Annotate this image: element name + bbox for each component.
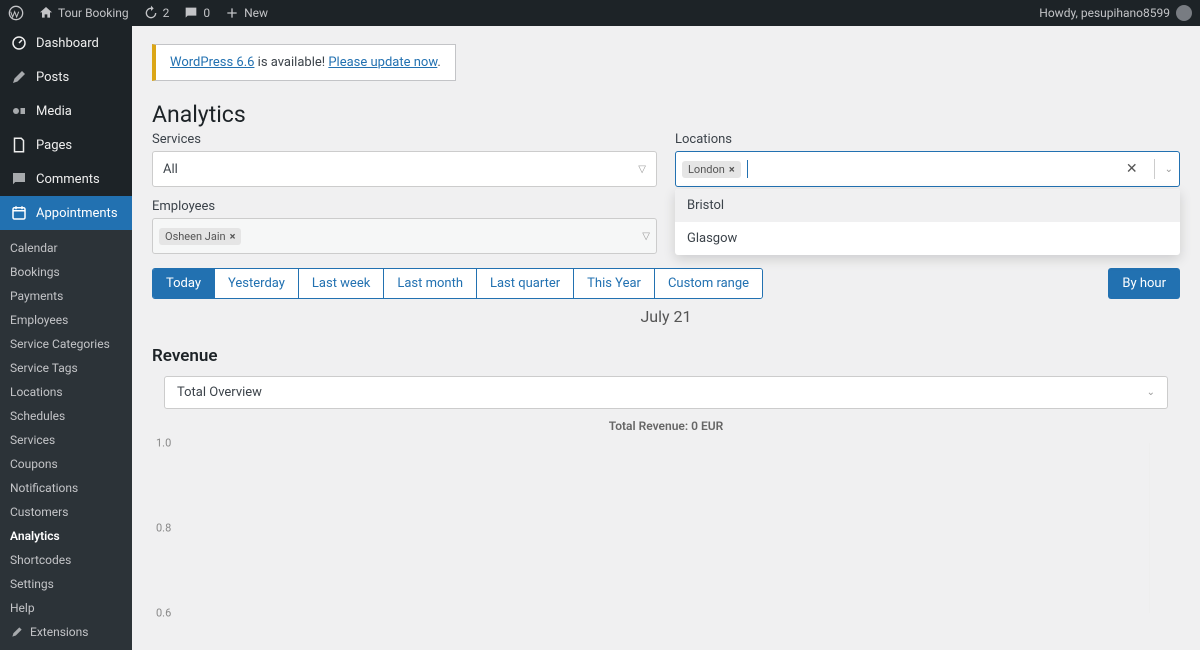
menu-pages[interactable]: Pages — [0, 128, 132, 162]
y-tick: 0.8 — [156, 522, 171, 535]
sub-notifications[interactable]: Notifications — [0, 476, 132, 500]
sub-coupons[interactable]: Coupons — [0, 452, 132, 476]
sub-service-tags[interactable]: Service Tags — [0, 356, 132, 380]
sub-service-categories[interactable]: Service Categories — [0, 332, 132, 356]
chevron-down-icon: ▽ — [638, 164, 646, 175]
wp-version-link[interactable]: WordPress 6.6 — [170, 55, 254, 70]
date-display: July 21 — [152, 307, 1180, 326]
chevron-down-icon[interactable]: ⌄ — [1165, 164, 1173, 175]
range-last-month[interactable]: Last month — [384, 269, 477, 298]
sub-bookings[interactable]: Bookings — [0, 260, 132, 284]
comments-link[interactable]: 0 — [183, 5, 210, 21]
sub-schedules[interactable]: Schedules — [0, 404, 132, 428]
sub-payments[interactable]: Payments — [0, 284, 132, 308]
by-hour-button[interactable]: By hour — [1108, 268, 1180, 299]
revenue-chart: 1.0 0.8 0.6 — [182, 443, 1150, 613]
updates-count: 2 — [163, 6, 170, 20]
menu-dashboard[interactable]: Dashboard — [0, 26, 132, 60]
locations-dropdown: Bristol Glasgow — [675, 189, 1180, 255]
range-today[interactable]: Today — [153, 269, 215, 298]
topbar-left: Tour Booking 2 0 New — [8, 5, 268, 21]
admin-sidebar: Dashboard Posts Media Pages Comments App… — [0, 26, 132, 650]
sub-settings[interactable]: Settings — [0, 572, 132, 596]
sub-services[interactable]: Services — [0, 428, 132, 452]
services-label: Services — [152, 132, 657, 147]
menu-posts[interactable]: Posts — [0, 60, 132, 94]
locations-label: Locations — [675, 132, 1180, 147]
clear-all-icon[interactable]: ✕ — [1120, 161, 1144, 177]
main-content: WordPress 6.6 is available! Please updat… — [132, 26, 1200, 650]
update-now-link[interactable]: Please update now — [328, 55, 437, 70]
chip-remove-icon[interactable]: × — [729, 163, 735, 176]
revenue-title: Revenue — [152, 346, 1180, 366]
overview-select[interactable]: Total Overview ⌄ — [164, 376, 1168, 409]
chevron-down-icon: ▽ — [642, 231, 650, 242]
employee-chip: Osheen Jain × — [159, 228, 241, 245]
chip-remove-icon[interactable]: × — [230, 230, 236, 243]
topbar-right[interactable]: Howdy, pesupihano8599 — [1039, 5, 1192, 21]
page-title: Analytics — [152, 101, 1180, 128]
divider — [1154, 159, 1155, 179]
dropdown-option-bristol[interactable]: Bristol — [675, 189, 1180, 222]
chevron-down-icon: ⌄ — [1147, 387, 1155, 398]
menu-media[interactable]: Media — [0, 94, 132, 128]
range-custom[interactable]: Custom range — [655, 269, 762, 298]
services-value: All — [163, 162, 178, 177]
range-last-quarter[interactable]: Last quarter — [477, 269, 574, 298]
sub-employees[interactable]: Employees — [0, 308, 132, 332]
text-cursor — [747, 160, 748, 178]
location-chip: London × — [682, 161, 741, 178]
site-name: Tour Booking — [58, 6, 129, 20]
dropdown-option-glasgow[interactable]: Glasgow — [675, 222, 1180, 255]
range-yesterday[interactable]: Yesterday — [215, 269, 299, 298]
locations-select[interactable]: London × ✕ ⌄ — [675, 151, 1180, 187]
sub-extensions[interactable]: Extensions — [0, 620, 132, 644]
sub-analytics[interactable]: Analytics — [0, 524, 132, 548]
comments-count: 0 — [203, 6, 210, 20]
menu-appointments[interactable]: Appointments — [0, 196, 132, 230]
updates-link[interactable]: 2 — [143, 5, 170, 21]
employees-select[interactable]: Osheen Jain × ▽ — [152, 218, 657, 254]
submenu-appointments: Calendar Bookings Payments Employees Ser… — [0, 230, 132, 650]
new-label: New — [244, 6, 268, 20]
admin-topbar: Tour Booking 2 0 New Howdy, pesupihano85… — [0, 0, 1200, 26]
update-notice: WordPress 6.6 is available! Please updat… — [152, 44, 456, 81]
howdy-text: Howdy, pesupihano8599 — [1039, 6, 1170, 20]
employees-label: Employees — [152, 199, 657, 214]
avatar-icon — [1176, 5, 1192, 21]
wp-logo[interactable] — [8, 5, 24, 21]
sub-calendar[interactable]: Calendar — [0, 236, 132, 260]
range-this-year[interactable]: This Year — [574, 269, 655, 298]
sub-help[interactable]: Help — [0, 596, 132, 620]
sub-shortcodes[interactable]: Shortcodes — [0, 548, 132, 572]
y-tick: 1.0 — [156, 437, 171, 450]
sub-customers[interactable]: Customers — [0, 500, 132, 524]
menu-comments[interactable]: Comments — [0, 162, 132, 196]
chart-title: Total Revenue: 0 EUR — [152, 419, 1180, 433]
new-link[interactable]: New — [224, 5, 268, 21]
date-range-group: Today Yesterday Last week Last month Las… — [152, 268, 763, 299]
sub-locations[interactable]: Locations — [0, 380, 132, 404]
site-home[interactable]: Tour Booking — [38, 5, 129, 21]
services-select[interactable]: All ▽ — [152, 151, 657, 187]
range-last-week[interactable]: Last week — [299, 269, 384, 298]
